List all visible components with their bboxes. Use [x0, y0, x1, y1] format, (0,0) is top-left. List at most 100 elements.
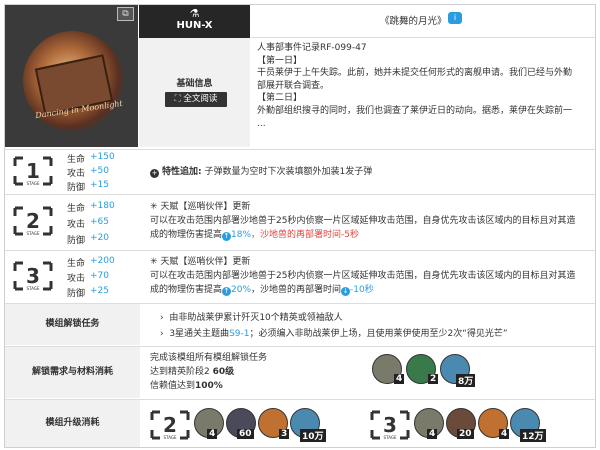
talent-update: ✳ 天赋【巡哨伙伴】更新: [150, 256, 250, 269]
faction-label: HUN-X: [176, 20, 213, 31]
stat-label: 生命: [67, 259, 86, 269]
talent-update: ✳ 天赋【巡哨伙伴】更新: [150, 201, 250, 214]
chevron-right-icon: ›: [160, 329, 170, 339]
upgrade-stage-2-icon: 2 STAGE: [150, 410, 190, 440]
material-count: 4: [394, 374, 405, 384]
material-count: 4: [499, 429, 510, 439]
stat-label: 攻击: [67, 169, 86, 179]
upgrade-stage-3-number: 3: [383, 413, 397, 437]
story-line: 外勤部组织搜寻的同时，我们也调查了莱伊近日的动向。据悉，莱伊在失踪前一: [257, 105, 573, 116]
info-icon[interactable]: i: [448, 12, 462, 24]
story-line: 【第二日】: [257, 93, 303, 104]
sun-icon: ✳: [150, 257, 161, 267]
story-line: 【第一日】: [257, 55, 303, 66]
talent-line: 可以在攻击范围内部署沙地兽于25秒内侦察一片区域延伸攻击范围，自身优先攻击该区域…: [150, 216, 576, 226]
material-count: 10万: [300, 429, 326, 442]
module-image: Dancing in Moonlight: [5, 5, 138, 147]
trait-text: 子弹数量为空时下次装填额外加装1发子弹: [204, 167, 373, 177]
material-count: 12万: [520, 429, 546, 442]
up-arrow-icon: ↑: [222, 287, 232, 296]
stat-value: +65: [90, 217, 109, 227]
unlock-req-line: 信赖值达到100%: [150, 378, 223, 391]
image-toggle-icon[interactable]: ⧉: [117, 7, 134, 21]
unlock-req-line: 完成该模组所有模组解锁任务: [150, 353, 268, 363]
material-count: 20: [457, 429, 474, 439]
stat-label: 防御: [67, 236, 86, 246]
talent-redeploy: ，沙地兽的再部署时间-5秒: [251, 230, 360, 240]
stage-2-label: STAGE: [27, 231, 40, 236]
story-line: ...: [257, 118, 266, 129]
talent-line: 成的物理伤害提高 ↑ 20%，沙地兽的再部署时间 ↓ -10秒: [150, 284, 374, 297]
unlock-tasks-label: 模组解锁任务: [5, 304, 140, 345]
upgrade-stage-2-number: 2: [163, 413, 177, 437]
stage-1-icon: 1 STAGE: [13, 156, 53, 186]
stat-label: 攻击: [67, 274, 86, 284]
stat-value: +70: [90, 271, 109, 281]
stage-2-number: 2: [26, 209, 40, 233]
story-text[interactable]: 人事部事件记录RF-099-47 【第一日】 干员莱伊于上午失踪。此前，她并未提…: [251, 42, 595, 147]
unlock-req-line: 达到精英阶段2 60级: [150, 364, 234, 377]
stat-value: +50: [90, 166, 109, 176]
stage-3-icon: 3 STAGE: [13, 261, 53, 291]
trait-label: 特性追加:: [162, 167, 202, 177]
unlock-task-2-rest: ；必须编入非助战莱伊上场，且使用莱伊使用至少2次“得见光芒”: [249, 329, 508, 339]
sun-icon: ✳: [150, 202, 161, 212]
upgrade-stage-3-icon: 3 STAGE: [370, 410, 410, 440]
trust-text: 信赖值达到: [150, 381, 196, 391]
material-count: 8万: [456, 374, 476, 387]
upgrade-stage-3-label: STAGE: [384, 435, 397, 440]
material-count: 4: [207, 429, 218, 439]
basic-info-label: 基础信息: [176, 79, 213, 89]
story-line: 部展开联合调查。: [257, 80, 330, 91]
expand-icon: ⛶: [174, 94, 184, 104]
stat-value: +15: [90, 180, 109, 190]
talent-line: 成的物理伤害提高 ↑ 18%，沙地兽的再部署时间-5秒: [150, 229, 359, 242]
module-title: 《跳舞的月光》: [380, 16, 447, 27]
unlock-task-1: › 由非助战莱伊累计歼灭10个精英或领袖敌人: [160, 310, 343, 323]
level-value: 60级: [212, 367, 235, 377]
story-line: 人事部事件记录RF-099-47: [257, 43, 367, 53]
talent-value: 18%: [231, 230, 252, 240]
upgrade-stage-2-label: STAGE: [164, 435, 177, 440]
talent-line: 可以在攻击范围内部署沙地兽于25秒内侦察一片区域延伸攻击范围，自身优先攻击该区域…: [150, 271, 576, 281]
stat-label: 防御: [67, 183, 86, 193]
material-count: 3: [279, 429, 290, 439]
stat-value: +150: [90, 152, 115, 162]
upgrade-label: 模组升级消耗: [5, 400, 140, 447]
talent-text: 成的物理伤害提高: [150, 230, 223, 240]
material-count: 2: [428, 374, 439, 384]
read-full-button[interactable]: ⛶ 全文阅读: [165, 92, 227, 107]
stat-value: +25: [90, 286, 109, 296]
read-full-button-label: 全文阅读: [183, 94, 218, 104]
stat-value: +200: [90, 256, 115, 266]
talent-redeploy: ，沙地兽的再部署时间: [251, 285, 342, 295]
unlock-req-label: 解锁需求与材料消耗: [5, 347, 140, 398]
hun-x-logo: ⚗: [189, 7, 200, 20]
stage-1-label: STAGE: [27, 181, 40, 186]
chevron-right-icon: ›: [160, 313, 170, 323]
talent-redeploy-value: -10秒: [350, 285, 374, 295]
plus-icon: +: [150, 169, 159, 178]
story-line: 干员莱伊于上午失踪。此前，她并未提交任何形式的离舰申请。我们已经与外勤: [257, 68, 573, 79]
stage-2-icon: 2 STAGE: [13, 206, 53, 236]
stage-link[interactable]: S9-1: [229, 329, 249, 339]
talent-value: 20%: [231, 285, 252, 295]
stat-value: +180: [90, 201, 115, 211]
talent-text: 成的物理伤害提高: [150, 285, 223, 295]
stage-1-number: 1: [26, 159, 40, 183]
stat-label: 生命: [67, 155, 86, 165]
unlock-task-2: › 3星通关主题曲S9-1；必须编入非助战莱伊上场，且使用莱伊使用至少2次“得见…: [160, 326, 508, 339]
stat-value: +20: [90, 233, 109, 243]
stat-label: 攻击: [67, 220, 86, 230]
stat-label: 防御: [67, 289, 86, 299]
down-arrow-icon: ↓: [341, 287, 351, 296]
talent-title: 天赋【巡哨伙伴】更新: [160, 257, 251, 267]
elite-text: 达到精英阶段2: [150, 367, 210, 377]
stage-3-label: STAGE: [27, 286, 40, 291]
unlock-task-2-text: 3星通关主题曲: [169, 329, 230, 339]
up-arrow-icon: ↑: [222, 232, 232, 241]
trait-addition: + 特性追加: 子弹数量为空时下次装填额外加装1发子弹: [150, 166, 372, 179]
faction-box: ⚗ HUN-X: [139, 5, 250, 38]
material-count: 60: [237, 429, 254, 439]
stage-3-number: 3: [26, 264, 40, 288]
